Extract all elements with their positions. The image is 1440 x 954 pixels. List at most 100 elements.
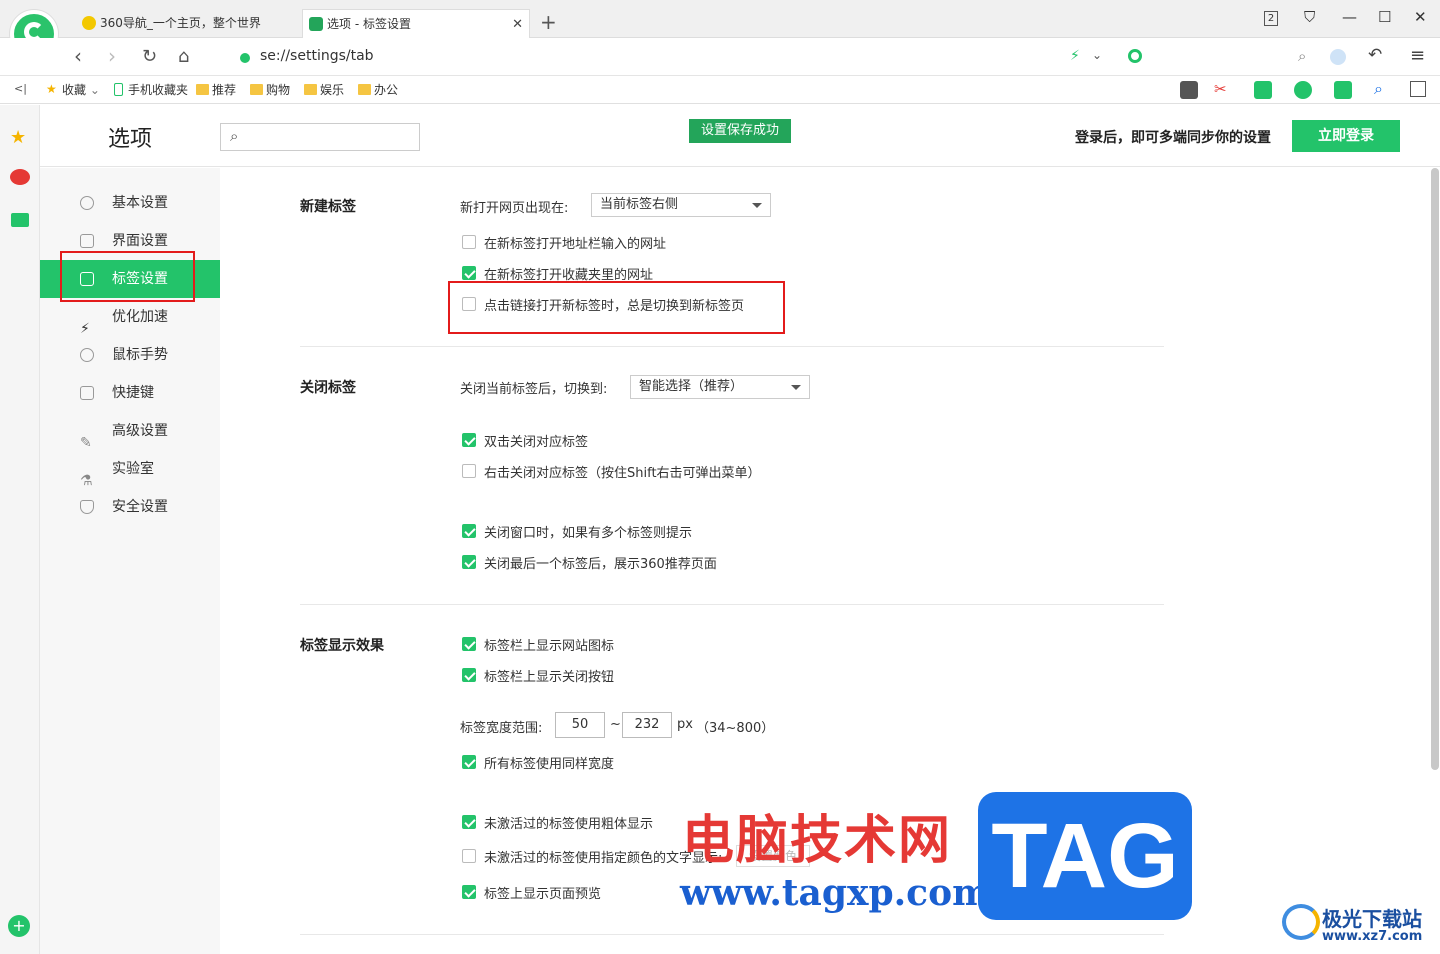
360-nav-icon	[82, 16, 96, 30]
favorites-button[interactable]: ★ 收藏 ⌄	[46, 82, 100, 98]
tab-settings[interactable]: 选项 - 标签设置 ✕	[302, 9, 530, 38]
width-hint: （34~800）	[696, 721, 775, 736]
checkbox-show-site-icon[interactable]	[462, 637, 476, 651]
divider	[300, 604, 1164, 605]
add-panel-icon[interactable]: +	[8, 915, 30, 937]
nav-item-security[interactable]: 安全设置	[40, 488, 220, 526]
section-title-close-tab: 关闭标签	[300, 380, 356, 396]
nav-item-advanced[interactable]: ✎ 高级设置	[40, 412, 220, 451]
divider	[300, 934, 1164, 935]
bookmarks-bar: <| ★ 收藏 ⌄ 手机收藏夹 推荐 购物 娱乐 办公 ✂ ⌕	[0, 76, 1440, 104]
reader-icon[interactable]	[1180, 81, 1198, 99]
url-field[interactable]: se://settings/tab	[260, 48, 374, 64]
nav-label: 优化加速	[112, 309, 168, 325]
mail-icon[interactable]	[11, 213, 29, 227]
checkbox-label: 右击关闭对应标签（按住Shift右击可弹出菜单）	[484, 466, 761, 481]
nav-item-mouse-gesture[interactable]: 鼠标手势	[40, 336, 220, 374]
watermark-site-name: 极光下载站	[1322, 907, 1422, 931]
divider	[300, 346, 1164, 347]
translate-icon[interactable]	[1254, 81, 1272, 99]
nav-label: 安全设置	[112, 499, 168, 515]
lightning-icon[interactable]: ⚡	[1070, 48, 1080, 64]
sidebar-toggle-icon[interactable]: <|	[14, 82, 27, 95]
checkbox-show-360-page[interactable]	[462, 555, 476, 569]
new-tab-button[interactable]: +	[540, 10, 557, 34]
highlight-box-option	[448, 281, 785, 334]
tab-360-nav[interactable]: 360导航_一个主页，整个世界	[76, 9, 298, 38]
game-icon[interactable]	[1334, 81, 1352, 99]
checkbox-open-address-new-tab[interactable]	[462, 235, 476, 249]
folder-icon	[196, 84, 209, 95]
maximize-button[interactable]: ☐	[1378, 8, 1391, 26]
nav-label: 高级设置	[112, 423, 168, 439]
nav-item-basic[interactable]: 基本设置	[40, 184, 220, 222]
bookmark-folder[interactable]: 娱乐	[304, 82, 344, 98]
back-icon[interactable]: ‹	[74, 44, 82, 68]
checkbox-open-favorites-new-tab[interactable]	[462, 266, 476, 280]
width-separator: ~	[610, 717, 621, 732]
scrollbar[interactable]	[1431, 168, 1439, 770]
side-panel: ★ +	[0, 105, 40, 954]
folder-icon	[358, 84, 371, 95]
keyboard-icon	[80, 386, 94, 400]
open-position-select[interactable]: 当前标签右侧	[591, 193, 771, 217]
apps-icon[interactable]	[1410, 81, 1426, 97]
magnifier-icon[interactable]: ⌕	[1374, 79, 1383, 99]
weibo-icon[interactable]	[10, 169, 30, 185]
watermark-text: 电脑技术网	[682, 811, 953, 871]
checkbox-bold-inactive[interactable]	[462, 815, 476, 829]
settings-search-input[interactable]: ⌕	[220, 123, 420, 151]
checkbox-label: 标签栏上显示网站图标	[484, 639, 615, 654]
bookmark-folder[interactable]: 购物	[250, 82, 290, 98]
skin-icon[interactable]: ⛉	[1304, 8, 1315, 26]
forward-icon[interactable]: ›	[108, 44, 116, 68]
open-position-label: 新打开网页出现在:	[460, 201, 569, 216]
checkbox-double-click-close[interactable]	[462, 433, 476, 447]
nav-item-lab[interactable]: ⚗ 实验室	[40, 450, 220, 489]
bookmark-folder[interactable]: 办公	[358, 82, 398, 98]
minimize-button[interactable]: —	[1342, 8, 1357, 26]
width-min-input[interactable]: 50	[555, 712, 605, 738]
chevron-down-icon[interactable]: ⌄	[1092, 48, 1102, 62]
gear-icon	[80, 196, 94, 210]
checkbox-show-close-button[interactable]	[462, 668, 476, 682]
nav-label: 界面设置	[112, 233, 168, 249]
login-button[interactable]: 立即登录	[1292, 120, 1400, 152]
checkbox-label: 标签栏上显示关闭按钮	[484, 670, 615, 685]
search-engine-icon[interactable]	[1128, 49, 1142, 63]
favorites-star-icon[interactable]: ★	[10, 127, 26, 148]
search-icon[interactable]: ⌕	[1298, 47, 1306, 65]
undo-icon[interactable]: ↶	[1368, 45, 1382, 65]
scissors-icon[interactable]: ✂	[1214, 80, 1227, 98]
checkbox-color-inactive[interactable]	[462, 849, 476, 863]
close-switch-label: 关闭当前标签后，切换到:	[460, 382, 608, 397]
close-icon[interactable]: ✕	[512, 10, 523, 39]
checkbox-label: 双击关闭对应标签	[484, 435, 589, 450]
width-unit: px	[677, 717, 693, 732]
checkbox-same-width[interactable]	[462, 755, 476, 769]
checkbox-label: 标签上显示页面预览	[484, 887, 602, 902]
refresh-icon[interactable]: ↻	[142, 46, 157, 67]
watermark-url: www.tagxp.com	[680, 872, 991, 914]
menu-icon[interactable]: ≡	[1410, 45, 1425, 66]
checkbox-right-click-close[interactable]	[462, 464, 476, 478]
bookmark-mobile[interactable]: 手机收藏夹	[112, 82, 188, 98]
close-window-button[interactable]: ✕	[1414, 8, 1427, 26]
width-max-input[interactable]: 232	[622, 712, 672, 738]
settings-tab-icon	[309, 17, 323, 31]
close-switch-select[interactable]: 智能选择（推荐）	[630, 375, 810, 399]
coupon-icon[interactable]	[1294, 81, 1312, 99]
bookmark-label: 手机收藏夹	[128, 83, 189, 97]
nav-item-shortcuts[interactable]: 快捷键	[40, 374, 220, 412]
nav-item-speedup[interactable]: ⚡ 优化加速	[40, 298, 220, 337]
home-icon[interactable]: ⌂	[178, 46, 189, 67]
wrench-icon: ✎	[80, 435, 92, 451]
nav-label: 快捷键	[112, 385, 154, 401]
folder-icon	[304, 84, 317, 95]
tab-count-badge[interactable]: 2	[1264, 11, 1278, 26]
ie-mode-icon[interactable]	[1330, 49, 1346, 65]
checkbox-close-window-prompt[interactable]	[462, 524, 476, 538]
title-bar: 360导航_一个主页，整个世界 选项 - 标签设置 ✕ + 2 ⛉ — ☐ ✕	[0, 0, 1440, 58]
bookmark-folder[interactable]: 推荐	[196, 82, 236, 98]
checkbox-page-preview[interactable]	[462, 885, 476, 899]
